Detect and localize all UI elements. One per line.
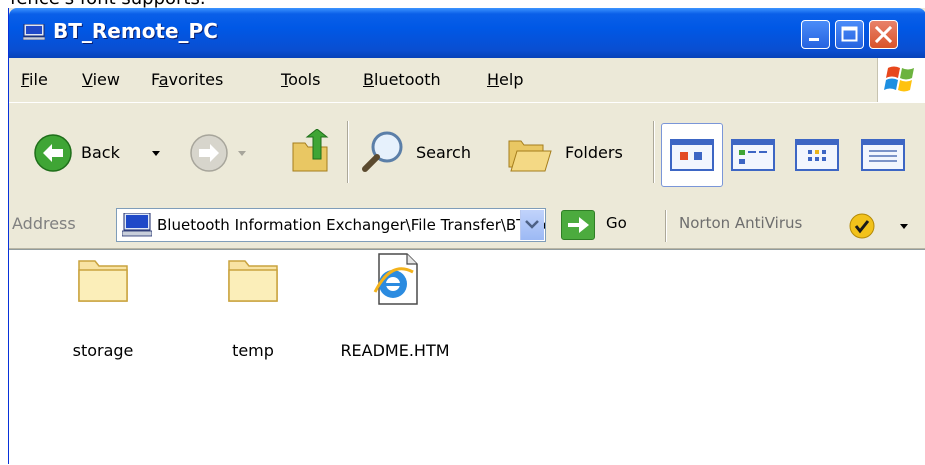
- window-title: BT_Remote_PC: [53, 19, 218, 43]
- back-arrow-icon: [34, 134, 72, 172]
- folder-icon: [78, 260, 128, 302]
- forward-dropdown-icon[interactable]: [237, 148, 247, 158]
- search-icon: [362, 131, 403, 172]
- title-bar[interactable]: BT_Remote_PC: [9, 8, 925, 58]
- close-button[interactable]: [869, 20, 898, 49]
- windows-logo: [877, 58, 925, 102]
- cropped-text-fragment: fence's font supports.: [0, 0, 925, 8]
- folders-icon: [508, 140, 552, 172]
- norton-dropdown-icon[interactable]: [899, 221, 909, 231]
- address-dropdown-button[interactable]: [520, 210, 544, 240]
- thumbnails-view-icon: [670, 139, 714, 171]
- menu-favorites[interactable]: Favorites: [151, 70, 223, 89]
- address-separator: [665, 210, 667, 242]
- norton-icon[interactable]: [849, 213, 875, 239]
- close-icon: [874, 25, 893, 44]
- minimize-icon: [809, 38, 819, 41]
- toolbar-separator: [347, 121, 349, 183]
- folder-item-storage[interactable]: storage: [43, 257, 163, 367]
- menu-file[interactable]: File: [21, 70, 48, 89]
- search-label: Search: [416, 143, 471, 162]
- norton-antivirus-label[interactable]: Norton AntiVirus: [679, 214, 802, 232]
- menu-help[interactable]: Help: [487, 70, 523, 89]
- chevron-down-icon: [525, 220, 539, 229]
- tiles-view-icon: [731, 139, 775, 171]
- forward-arrow-icon: [190, 134, 228, 172]
- explorer-window: BT_Remote_PC File View Favorites Tools B…: [8, 8, 925, 465]
- view-icons-button[interactable]: [795, 139, 839, 175]
- file-name: storage: [72, 341, 134, 360]
- internet-explorer-document-icon: [373, 253, 418, 305]
- go-arrow-icon: [568, 217, 589, 233]
- maximize-icon: [841, 26, 858, 42]
- folders-label: Folders: [565, 143, 623, 162]
- windows-flag-icon: [884, 66, 914, 92]
- menu-view[interactable]: View: [82, 70, 120, 89]
- address-label: Address: [12, 214, 76, 233]
- address-input[interactable]: Bluetooth Information Exchanger\File Tra…: [116, 208, 546, 242]
- folder-item-temp[interactable]: temp: [193, 257, 313, 367]
- menu-bar: File View Favorites Tools Bluetooth Help: [9, 58, 925, 103]
- file-item-readme[interactable]: README.HTM: [335, 252, 455, 367]
- file-name: temp: [232, 341, 274, 360]
- go-button[interactable]: [561, 210, 595, 240]
- menu-bluetooth[interactable]: Bluetooth: [363, 70, 441, 89]
- menu-tools[interactable]: Tools: [281, 70, 320, 89]
- maximize-button[interactable]: [835, 20, 864, 49]
- toolbar-separator: [653, 121, 655, 183]
- back-dropdown-icon[interactable]: [151, 148, 161, 158]
- back-label: Back: [81, 143, 120, 162]
- minimize-button[interactable]: [801, 20, 830, 49]
- view-thumbnails-button[interactable]: [661, 123, 723, 187]
- computer-icon: [122, 213, 152, 237]
- file-list-view[interactable]: storage temp README.HTM: [9, 249, 925, 465]
- folder-icon: [228, 260, 278, 302]
- go-label[interactable]: Go: [606, 214, 627, 232]
- address-bar: Address Bluetooth Information Exchanger\…: [9, 204, 925, 249]
- cropped-text: fence's font supports.: [10, 0, 206, 8]
- icons-view-icon: [795, 139, 839, 171]
- address-value: Bluetooth Information Exchanger\File Tra…: [157, 216, 545, 234]
- computer-icon: [23, 24, 45, 40]
- view-details-button[interactable]: [861, 139, 905, 175]
- up-folder-button[interactable]: [289, 128, 333, 179]
- details-view-icon: [861, 139, 905, 171]
- standard-toolbar: Back Search Folders: [9, 103, 925, 205]
- file-name: README.HTM: [340, 341, 450, 360]
- up-folder-icon: [292, 128, 329, 172]
- view-tiles-button[interactable]: [731, 139, 775, 175]
